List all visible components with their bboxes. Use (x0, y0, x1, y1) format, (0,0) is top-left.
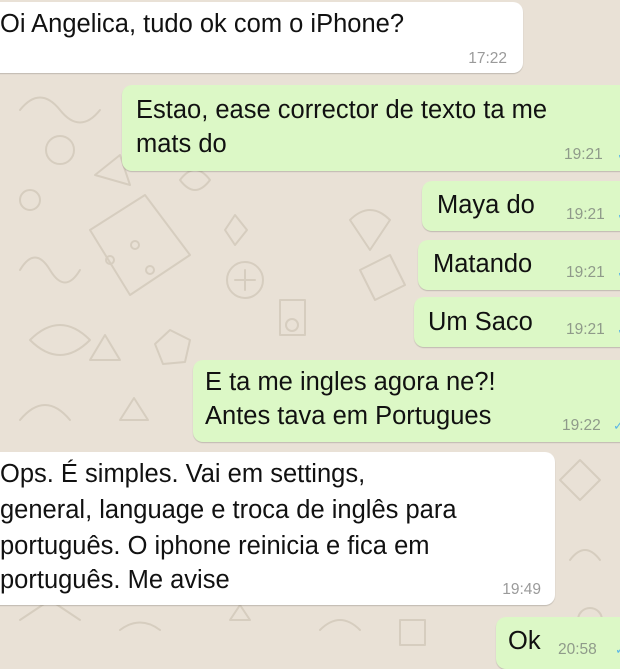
message-bubble-incoming[interactable]: Ops. É simples. Vai em settings, general… (0, 452, 555, 605)
message-bubble-incoming[interactable]: Oi Angelica, tudo ok com o iPhone? 17:22 (0, 2, 523, 73)
message-text: português. Me avise (0, 566, 230, 594)
message-text: Oi Angelica, tudo ok com o iPhone? (0, 10, 405, 38)
message-timestamp: 19:21 (564, 146, 603, 163)
message-text: Ops. É simples. Vai em settings, (0, 460, 366, 488)
message-text: português. O iphone reinicia e fica em (0, 532, 430, 560)
message-timestamp: 17:22 (468, 50, 507, 67)
message-timestamp: 19:21 (566, 321, 605, 338)
message-timestamp: 20:58 (558, 641, 597, 658)
message-text: Matando (433, 250, 533, 278)
message-bubble-outgoing[interactable]: Estao, ease corrector de texto ta me mat… (122, 85, 620, 171)
message-text: E ta me ingles agora ne?! (205, 368, 496, 396)
message-text: Ok (508, 627, 541, 655)
message-text: general, language e troca de inglês para (0, 496, 457, 524)
message-text: Maya do (437, 191, 535, 219)
read-receipt-icon: ✓✓ (615, 641, 620, 659)
read-receipt-icon: ✓✓ (613, 418, 620, 433)
message-text: Antes tava em Portugues (205, 402, 492, 430)
message-bubble-outgoing[interactable]: Ok 20:58 ✓✓ (496, 617, 620, 669)
message-bubble-outgoing[interactable]: Um Saco 19:21 ✓✓ (414, 297, 620, 347)
message-timestamp: 19:21 (566, 206, 605, 223)
message-timestamp: 19:22 (562, 417, 601, 434)
message-timestamp: 19:49 (502, 581, 541, 598)
message-bubble-outgoing[interactable]: E ta me ingles agora ne?! Antes tava em … (193, 360, 620, 442)
message-bubble-outgoing[interactable]: Maya do 19:21 ✓✓ (422, 181, 620, 231)
message-text: Um Saco (428, 308, 533, 336)
message-text: mats do (136, 130, 227, 158)
message-timestamp: 19:21 (566, 264, 605, 281)
message-bubble-outgoing[interactable]: Matando 19:21 ✓✓ (418, 240, 620, 290)
message-text: Estao, ease corrector de texto ta me (136, 96, 548, 124)
